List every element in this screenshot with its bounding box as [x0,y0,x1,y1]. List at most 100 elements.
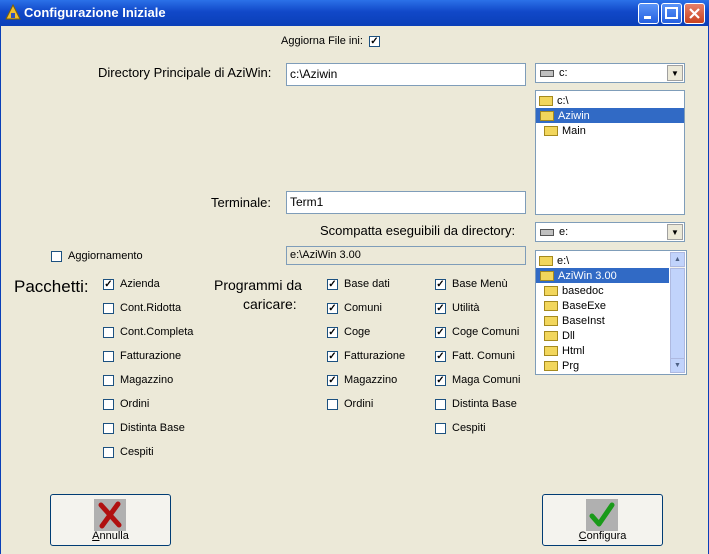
folder-list-item[interactable]: BaseExe [536,298,669,313]
programmi-col2-checkbox-label: Coge Comuni [452,326,520,338]
programmi-col1-checkbox[interactable] [327,326,338,338]
directory-input[interactable]: c:\Aziwin [286,63,526,86]
aggiornamento-label: Aggiornamento [68,250,143,262]
folder-list-scrollbar[interactable]: ▲ ▼ [670,252,685,373]
programmi-col2-checkbox[interactable] [435,326,446,338]
programmi-col2-checkbox-row: Cespiti [435,422,486,434]
folder-name: Main [562,124,586,137]
aggiornamento-checkbox[interactable] [51,250,62,262]
folder-name: BaseExe [562,299,607,312]
folder-name: c:\ [557,94,569,107]
folder-list-item[interactable]: Aziwin [536,108,684,123]
programmi-col1-checkbox[interactable] [327,350,338,362]
programmi-col2-checkbox[interactable] [435,398,446,410]
folder-icon [544,125,558,136]
folder-name: Html [562,344,585,357]
pacchetti-checkbox-row: Cont.Completa [103,326,193,338]
programmi-col2-checkbox[interactable] [435,302,446,314]
folder-list-top[interactable]: c:\ Aziwin Main [535,90,685,215]
programmi-col2-checkbox[interactable] [435,374,446,386]
pacchetti-checkbox[interactable] [103,422,114,434]
programmi-col2-checkbox[interactable] [435,278,446,290]
scroll-down-icon[interactable]: ▼ [670,358,685,373]
folder-list-item[interactable]: e:\ [536,253,669,268]
minimize-button[interactable] [638,3,659,24]
pacchetti-checkbox[interactable] [103,326,114,338]
folder-icon [544,360,558,371]
folder-list-item[interactable]: basedoc [536,283,669,298]
aggiorna-file-ini-row: Aggiorna File ini: [281,35,380,47]
pacchetti-checkbox-label: Cont.Completa [120,326,194,338]
folder-name: Aziwin [558,109,590,122]
pacchetti-checkbox[interactable] [103,374,114,386]
programmi-col2-checkbox[interactable] [435,350,446,362]
programmi-col1-checkbox[interactable] [327,398,338,410]
programmi-col1-checkbox-row: Fatturazione [327,350,405,362]
programmi-col1-checkbox-row: Base dati [327,278,390,290]
programmi-col1-checkbox-label: Coge [344,326,371,338]
folder-name: e:\ [557,254,570,267]
folder-icon [539,255,553,266]
programmi-col2-checkbox-label: Base Menù [452,278,508,290]
aggiornamento-row: Aggiornamento [51,250,143,262]
chevron-down-icon[interactable]: ▼ [667,65,683,81]
programmi-col2-checkbox-row: Utilità [435,302,480,314]
annulla-button[interactable]: Annulla [50,494,171,546]
programmi-col2-checkbox-row: Maga Comuni [435,374,520,386]
close-button[interactable] [684,3,705,24]
programmi-col1-checkbox-label: Ordini [344,398,374,410]
folder-list-item[interactable]: Html [536,343,669,358]
pacchetti-checkbox[interactable] [103,398,114,410]
programmi-label-line2: caricare: [243,296,297,312]
pacchetti-checkbox[interactable] [103,446,114,458]
configura-button[interactable]: Configura [542,494,663,546]
programmi-col1-checkbox-label: Magazzino [344,374,398,386]
drive-select-top[interactable]: c: ▼ [535,63,685,83]
drive-icon [540,69,554,77]
pacchetti-checkbox-row: Cont.Ridotta [103,302,181,314]
pacchetti-checkbox-row: Magazzino [103,374,173,386]
programmi-col2-checkbox[interactable] [435,422,446,434]
folder-name: Dll [562,329,575,342]
scroll-up-icon[interactable]: ▲ [670,252,685,267]
folder-name: Prg [562,359,580,372]
drive-select-bottom[interactable]: e: ▼ [535,222,685,242]
folder-icon [544,315,558,326]
folder-list-item[interactable]: BaseInst [536,313,669,328]
pacchetti-checkbox-row: Azienda [103,278,160,290]
folder-icon [544,345,558,356]
pacchetti-checkbox[interactable] [103,302,114,314]
programmi-col1-checkbox-row: Magazzino [327,374,397,386]
title-bar: Configurazione Iniziale [0,0,709,26]
folder-icon [539,95,553,106]
pacchetti-checkbox-row: Distinta Base [103,422,185,434]
pacchetti-checkbox-label: Distinta Base [120,422,185,434]
folder-list-item[interactable]: AziWin 3.00 [536,268,669,283]
folder-list-item[interactable]: Dll [536,328,669,343]
pacchetti-checkbox-label: Magazzino [120,374,174,386]
chevron-down-icon[interactable]: ▼ [667,224,683,240]
folder-icon [540,110,554,121]
aggiorna-file-ini-checkbox[interactable] [368,35,380,47]
programmi-col2-checkbox-row: Coge Comuni [435,326,519,338]
folder-list-bottom[interactable]: e:\ AziWin 3.00 basedoc BaseExe BaseInst Dll H… [535,250,687,375]
pacchetti-checkbox-row: Cespiti [103,446,154,458]
pacchetti-checkbox[interactable] [103,278,114,290]
aggiornamento-path-field: e:\AziWin 3.00 [286,246,526,265]
programmi-col1-checkbox[interactable] [327,278,338,290]
terminale-input[interactable]: Term1 [286,191,526,214]
folder-list-item[interactable]: Prg [536,358,669,373]
folder-list-item[interactable]: c:\ [536,93,684,108]
programmi-col1-checkbox[interactable] [327,302,338,314]
programmi-col1-checkbox-label: Comuni [344,302,382,314]
programmi-col2-checkbox-label: Cespiti [452,422,486,434]
scroll-thumb[interactable] [670,268,685,359]
x-icon [94,499,126,531]
programmi-col1-checkbox[interactable] [327,374,338,386]
pacchetti-checkbox[interactable] [103,350,114,362]
folder-name: basedoc [562,284,604,297]
folder-list-item[interactable]: Main [536,123,684,138]
folder-name: AziWin 3.00 [558,269,617,282]
programmi-col2-checkbox-row: Base Menù [435,278,508,290]
maximize-button[interactable] [661,3,682,24]
